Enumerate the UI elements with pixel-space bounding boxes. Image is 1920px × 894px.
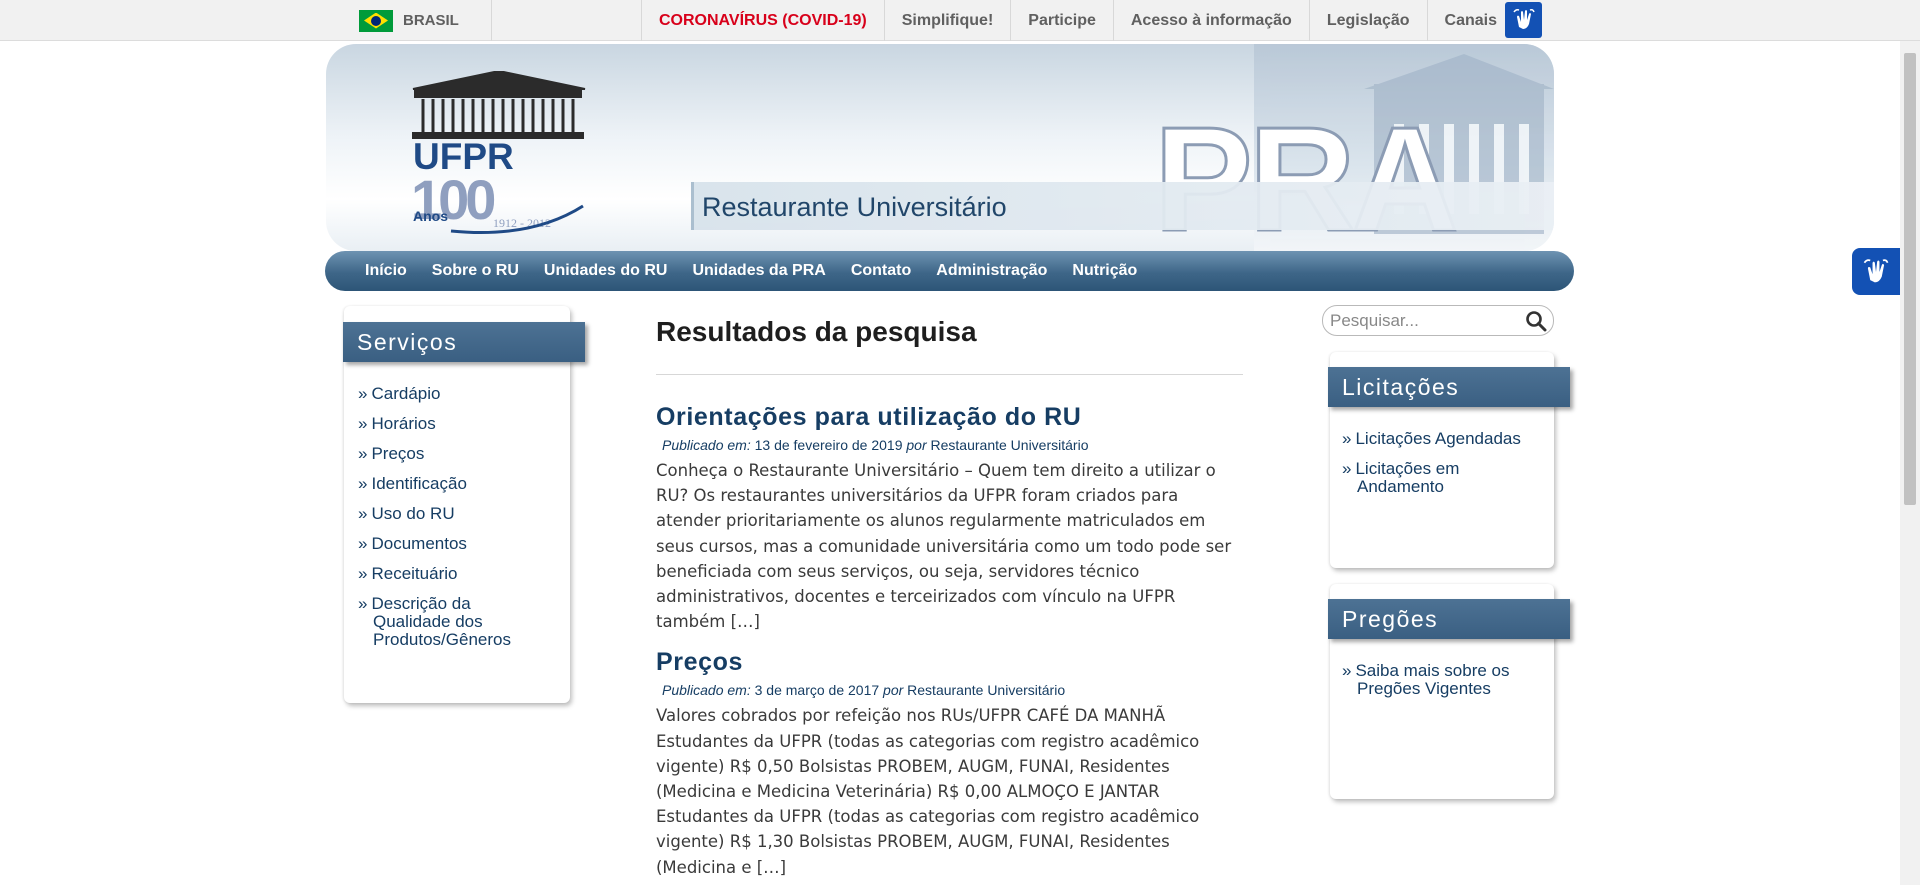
gov-link-legislacao[interactable]: Legislação — [1308, 0, 1427, 41]
search-icon[interactable] — [1525, 310, 1547, 332]
gov-link-participe[interactable]: Participe — [1010, 0, 1113, 41]
result-author-link[interactable]: Restaurante Universitário — [931, 437, 1089, 453]
divider — [656, 374, 1243, 375]
result-meta: Publicado em: 3 de março de 2017 por Res… — [662, 682, 1066, 699]
nav-item-unidades-ru[interactable]: Unidades do RU — [544, 262, 668, 280]
result-item: Preços Publicado em: 3 de março de 2017 … — [656, 648, 1243, 879]
licitacao-item[interactable]: » Licitações Agendadas — [1342, 430, 1542, 448]
result-date: 3 de março de 2017 — [754, 682, 880, 699]
service-item[interactable]: » Preços — [358, 445, 548, 463]
ufpr-100-logo[interactable]: UFPR 100 Anos 1912 - 2012 — [411, 69, 587, 237]
page-title: Resultados da pesquisa — [656, 316, 977, 347]
licitacoes-list: » Licitações Agendadas » Licitações em And… — [1342, 430, 1542, 508]
nav-item-unidades-pra[interactable]: Unidades da PRA — [692, 262, 825, 280]
nav-item-inicio[interactable]: Início — [365, 262, 407, 280]
scrollbar-thumb[interactable] — [1904, 53, 1916, 505]
search-input[interactable] — [1330, 310, 1520, 332]
gov-link-acesso[interactable]: Acesso à informação — [1112, 0, 1309, 41]
page-scrollbar[interactable] — [1900, 41, 1920, 885]
licitacao-item[interactable]: » Licitações em Andamento — [1342, 460, 1542, 496]
brasil-link[interactable]: BRASIL — [359, 0, 492, 41]
result-author-link[interactable]: Restaurante Universitário — [907, 682, 1065, 698]
result-excerpt: Conheça o Restaurante Universitário – Qu… — [656, 461, 1232, 632]
nav-item-nutricao[interactable]: Nutrição — [1072, 262, 1137, 280]
licitacoes-title: Licitações — [1328, 367, 1570, 407]
service-item[interactable]: » Cardápio — [358, 385, 548, 403]
logo-anos-text: Anos — [413, 208, 448, 224]
result-title-link[interactable]: Orientações para utilização do RU — [656, 403, 1243, 432]
pregao-item[interactable]: » Saiba mais sobre os Pregões Vigentes — [1342, 662, 1542, 698]
result-item: Orientações para utilização do RU Public… — [656, 403, 1243, 634]
result-meta: Publicado em: 13 de fevereiro de 2019 po… — [662, 437, 1089, 453]
sign-language-widget-icon[interactable] — [1852, 248, 1900, 295]
service-item[interactable]: » Documentos — [358, 535, 548, 553]
gov-link-canais[interactable]: Canais — [1426, 0, 1514, 41]
main-nav: Início Sobre o RU Unidades do RU Unidade… — [325, 251, 1574, 291]
search-results: Resultados da pesquisa Orientações para … — [656, 316, 1243, 894]
services-title: Serviços — [343, 322, 585, 362]
pregoes-list: » Saiba mais sobre os Pregões Vigentes — [1342, 662, 1542, 710]
gov-link-covid[interactable]: CORONAVÍRUS (COVID-19) — [641, 0, 884, 41]
services-list: » Cardápio » Horários » Preços » Identificaç… — [358, 385, 548, 661]
brazil-flag-icon — [359, 9, 393, 32]
result-excerpt: Valores cobrados por refeição nos RUs/UF… — [656, 706, 1200, 877]
nav-item-administracao[interactable]: Administração — [936, 262, 1047, 280]
nav-item-contato[interactable]: Contato — [851, 262, 911, 280]
result-title-link[interactable]: Preços — [656, 648, 1243, 677]
pregoes-title: Pregões — [1328, 599, 1570, 639]
search-box — [1322, 305, 1554, 336]
nav-item-sobre[interactable]: Sobre o RU — [432, 262, 519, 280]
service-item[interactable]: » Receituário — [358, 565, 548, 583]
brasil-label: BRASIL — [403, 12, 459, 29]
gov-bar: BRASIL CORONAVÍRUS (COVID-19) Simplifiqu… — [0, 0, 1920, 41]
gov-links: CORONAVÍRUS (COVID-19) Simplifique! Part… — [641, 0, 1514, 41]
gov-link-simplifique[interactable]: Simplifique! — [883, 0, 1011, 41]
service-item[interactable]: » Descrição da Qualidade dos Produtos/Gên… — [358, 595, 548, 649]
result-date: 13 de fevereiro de 2019 — [754, 437, 903, 453]
sign-language-icon[interactable] — [1505, 2, 1542, 38]
service-item[interactable]: » Identificação — [358, 475, 548, 493]
service-item[interactable]: » Uso do RU — [358, 505, 548, 523]
site-title[interactable]: Restaurante Universitário — [702, 192, 1007, 223]
site-title-bar: Restaurante Universitário — [691, 182, 1554, 230]
service-item[interactable]: » Horários — [358, 415, 548, 433]
